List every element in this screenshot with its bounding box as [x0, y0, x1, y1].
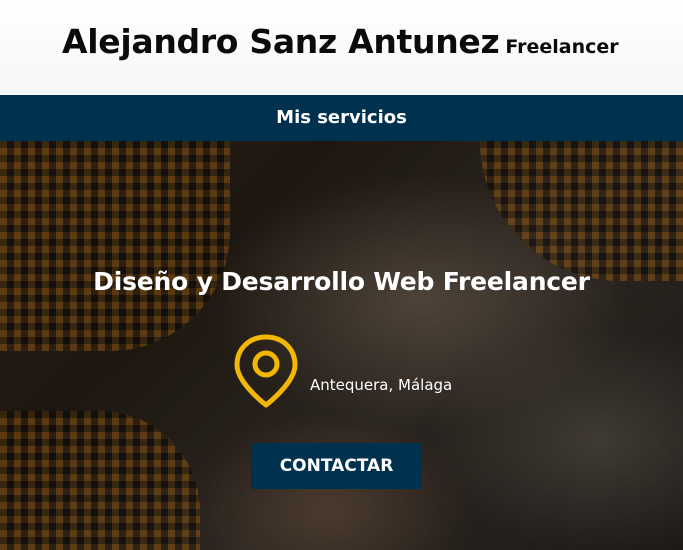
map-pin-icon [234, 334, 298, 408]
hero-section: Diseño y Desarrollo Web Freelancer Anteq… [0, 141, 683, 550]
contact-button[interactable]: CONTACTAR [251, 443, 422, 489]
site-brand[interactable]: Alejandro Sanz Antunez Freelancer [62, 22, 619, 61]
main-nav: Mis servicios [0, 95, 683, 141]
nav-link-services[interactable]: Mis servicios [0, 95, 683, 141]
hero-title: Diseño y Desarrollo Web Freelancer [93, 267, 590, 296]
brand-name: Alejandro Sanz Antunez [62, 22, 500, 61]
site-header: Alejandro Sanz Antunez Freelancer [0, 0, 683, 95]
location-text: Antequera, Málaga [310, 376, 453, 394]
brand-role: Freelancer [505, 36, 619, 58]
